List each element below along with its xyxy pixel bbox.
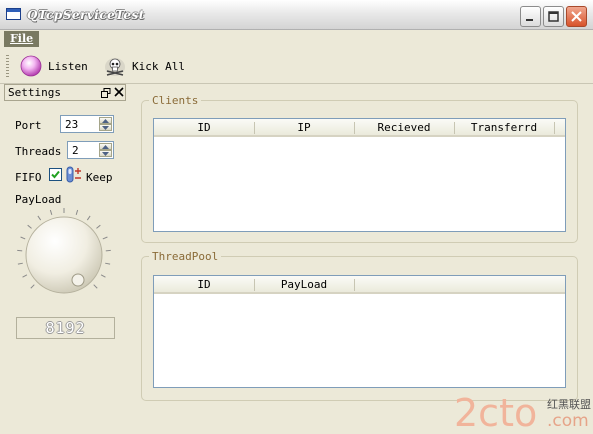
maximize-button[interactable]	[543, 6, 564, 27]
watermark-cn-text: 红黑联盟	[547, 398, 591, 411]
dial-tick	[22, 274, 28, 278]
listen-label: Listen	[48, 59, 88, 73]
dial-tick	[105, 262, 111, 265]
skull-icon	[105, 58, 125, 76]
toolbar: Listen Kick All	[0, 48, 593, 84]
dial-tick	[100, 274, 106, 278]
dial-tick	[37, 215, 42, 221]
fifo-checkbox[interactable]	[49, 168, 62, 181]
pink-orb-icon	[20, 55, 42, 77]
chevron-up-icon	[102, 119, 109, 123]
window-title: QTcpServiceTest	[27, 8, 145, 22]
kick-all-button[interactable]: Kick All	[104, 53, 185, 79]
menu-file[interactable]: File	[4, 31, 40, 47]
clients-table-header: ID IP Recieved Transferrd	[154, 119, 565, 137]
threadpool-table[interactable]: ID PayLoad	[153, 275, 566, 388]
dial-tick	[96, 224, 101, 229]
toolbar-grip[interactable]	[6, 55, 9, 77]
clients-table[interactable]: ID IP Recieved Transferrd	[153, 118, 566, 232]
watermark-suffix: .com	[547, 411, 589, 431]
app-window-icon	[6, 8, 21, 20]
threadpool-col-id[interactable]: ID	[154, 276, 254, 294]
threadpool-title: ThreadPool	[149, 250, 222, 263]
clients-col-received[interactable]: Recieved	[354, 119, 454, 137]
menu-bar: File	[0, 30, 593, 48]
port-value: 23	[65, 118, 79, 131]
settings-dock-title[interactable]: Settings	[4, 84, 126, 101]
threads-spinbox[interactable]: 2	[67, 141, 114, 159]
watermark-text: 2cto	[454, 391, 537, 434]
dial-tick	[86, 215, 91, 221]
clients-col-transferred[interactable]: Transferrd	[454, 119, 554, 137]
threads-spin-up[interactable]	[99, 143, 112, 150]
clients-col-id[interactable]: ID	[154, 119, 254, 137]
listen-button[interactable]: Listen	[20, 53, 88, 79]
dial-tick	[20, 236, 26, 240]
dial-tick	[102, 236, 108, 240]
dial-tick	[93, 284, 98, 289]
port-spin-up[interactable]	[99, 117, 112, 124]
port-spin-down[interactable]	[99, 124, 112, 131]
kick-all-label: Kick All	[132, 59, 185, 73]
check-icon	[51, 170, 60, 179]
payload-dial[interactable]	[14, 205, 114, 305]
chevron-up-icon	[102, 145, 109, 149]
maximize-icon	[548, 11, 559, 22]
chevron-down-icon	[102, 152, 109, 156]
dial-tick	[30, 284, 35, 289]
minimize-icon	[526, 19, 533, 21]
dial-tick	[17, 262, 23, 265]
float-icon[interactable]	[101, 88, 111, 98]
dial-tick	[49, 209, 53, 215]
title-bar[interactable]: QTcpServiceTest	[0, 0, 593, 30]
threadpool-col-payload[interactable]: PayLoad	[254, 276, 354, 294]
watermark-logo: 2cto 红黑联盟 .com	[454, 391, 591, 434]
fifo-label: FIFO	[15, 171, 42, 184]
close-icon[interactable]	[114, 87, 124, 97]
close-icon	[571, 11, 582, 22]
keep-label: Keep	[86, 171, 113, 184]
dial-tick	[75, 209, 79, 215]
clients-title: Clients	[149, 94, 202, 107]
dial-tick	[27, 224, 32, 229]
port-label: Port	[15, 119, 42, 132]
minimize-button[interactable]	[520, 6, 541, 27]
port-spinbox[interactable]: 23	[60, 115, 114, 133]
threads-spin-down[interactable]	[99, 150, 112, 157]
dial-indicator	[71, 273, 85, 287]
threads-label: Threads	[15, 145, 62, 158]
keep-toggle-icon[interactable]	[66, 166, 82, 183]
payload-lcd-display: 8192	[16, 317, 115, 339]
chevron-down-icon	[102, 126, 109, 130]
threadpool-table-header: ID PayLoad	[154, 276, 565, 294]
threads-value: 2	[72, 144, 79, 157]
settings-title: Settings	[8, 86, 61, 99]
close-button[interactable]	[566, 6, 587, 27]
clients-col-ip[interactable]: IP	[254, 119, 354, 137]
